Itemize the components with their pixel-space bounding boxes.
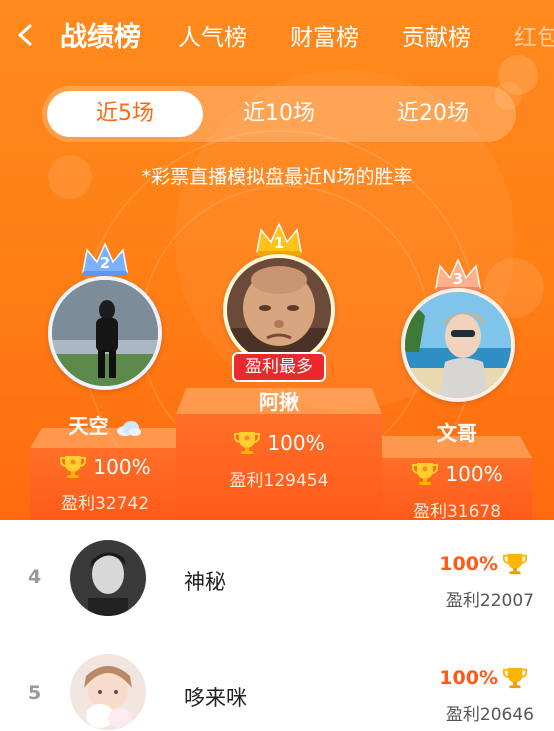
name-second[interactable]: 天空 <box>30 410 180 439</box>
win-rate: 100% <box>439 552 528 576</box>
user-name: 哆来咪 <box>184 686 247 710</box>
profit-second: 盈利32742 <box>60 494 150 514</box>
avatar[interactable] <box>70 654 146 730</box>
rank-1-number: 1 <box>273 234 285 252</box>
period-last-10[interactable]: 近10场 <box>201 91 357 137</box>
profit-third: 盈利31678 <box>412 502 502 522</box>
rank-number: 5 <box>28 682 42 704</box>
rank-3-number: 3 <box>452 270 464 288</box>
top-nav: 战绩榜 人气榜 财富榜 贡献榜 红包 <box>0 0 554 72</box>
list-item[interactable]: 4 神秘 100% 盈利22007 <box>0 522 554 628</box>
profit: 盈利20646 <box>445 705 534 725</box>
rank-2-number: 2 <box>99 254 111 272</box>
profit: 盈利22007 <box>445 591 534 611</box>
rank-number: 4 <box>28 566 42 588</box>
user-name: 神秘 <box>184 570 226 594</box>
most-profit-badge: 盈利最多 <box>232 352 326 382</box>
tab-red-packet-rank[interactable]: 红包 <box>514 18 554 52</box>
period-selector: 近5场 近10场 近20场 <box>42 86 516 142</box>
tab-contribution-rank[interactable]: 贡献榜 <box>402 18 471 52</box>
rate-first: 100% <box>176 430 382 456</box>
rate-second: 100% <box>30 454 180 480</box>
rate-third: 100% <box>382 461 532 487</box>
win-rate: 100% <box>439 666 528 690</box>
trophy-icon <box>60 456 87 478</box>
avatar-third[interactable] <box>401 288 515 402</box>
trophy-icon <box>234 432 261 454</box>
profit-first: 盈利129454 <box>229 471 329 491</box>
tab-popularity-rank[interactable]: 人气榜 <box>178 18 247 52</box>
trophy-icon <box>412 463 439 485</box>
list-item[interactable]: 5 哆来咪 100% 盈利20646 <box>0 628 554 731</box>
name-first[interactable]: 阿揪 <box>176 386 382 415</box>
tab-wealth-rank[interactable]: 财富榜 <box>290 18 359 52</box>
avatar-first[interactable] <box>223 254 335 366</box>
period-last-20[interactable]: 近20场 <box>355 91 511 137</box>
trophy-icon <box>503 667 527 689</box>
name-third[interactable]: 文哥 <box>382 417 532 446</box>
back-icon[interactable] <box>10 18 40 52</box>
period-last-5[interactable]: 近5场 <box>47 91 203 137</box>
cloud-icon <box>117 420 142 436</box>
trophy-icon <box>503 553 527 575</box>
tab-record-rank[interactable]: 战绩榜 <box>60 15 141 54</box>
win-rate-note: *彩票直播模拟盘最近N场的胜率 <box>141 166 413 188</box>
avatar[interactable] <box>70 540 146 616</box>
avatar-second[interactable] <box>48 276 162 390</box>
